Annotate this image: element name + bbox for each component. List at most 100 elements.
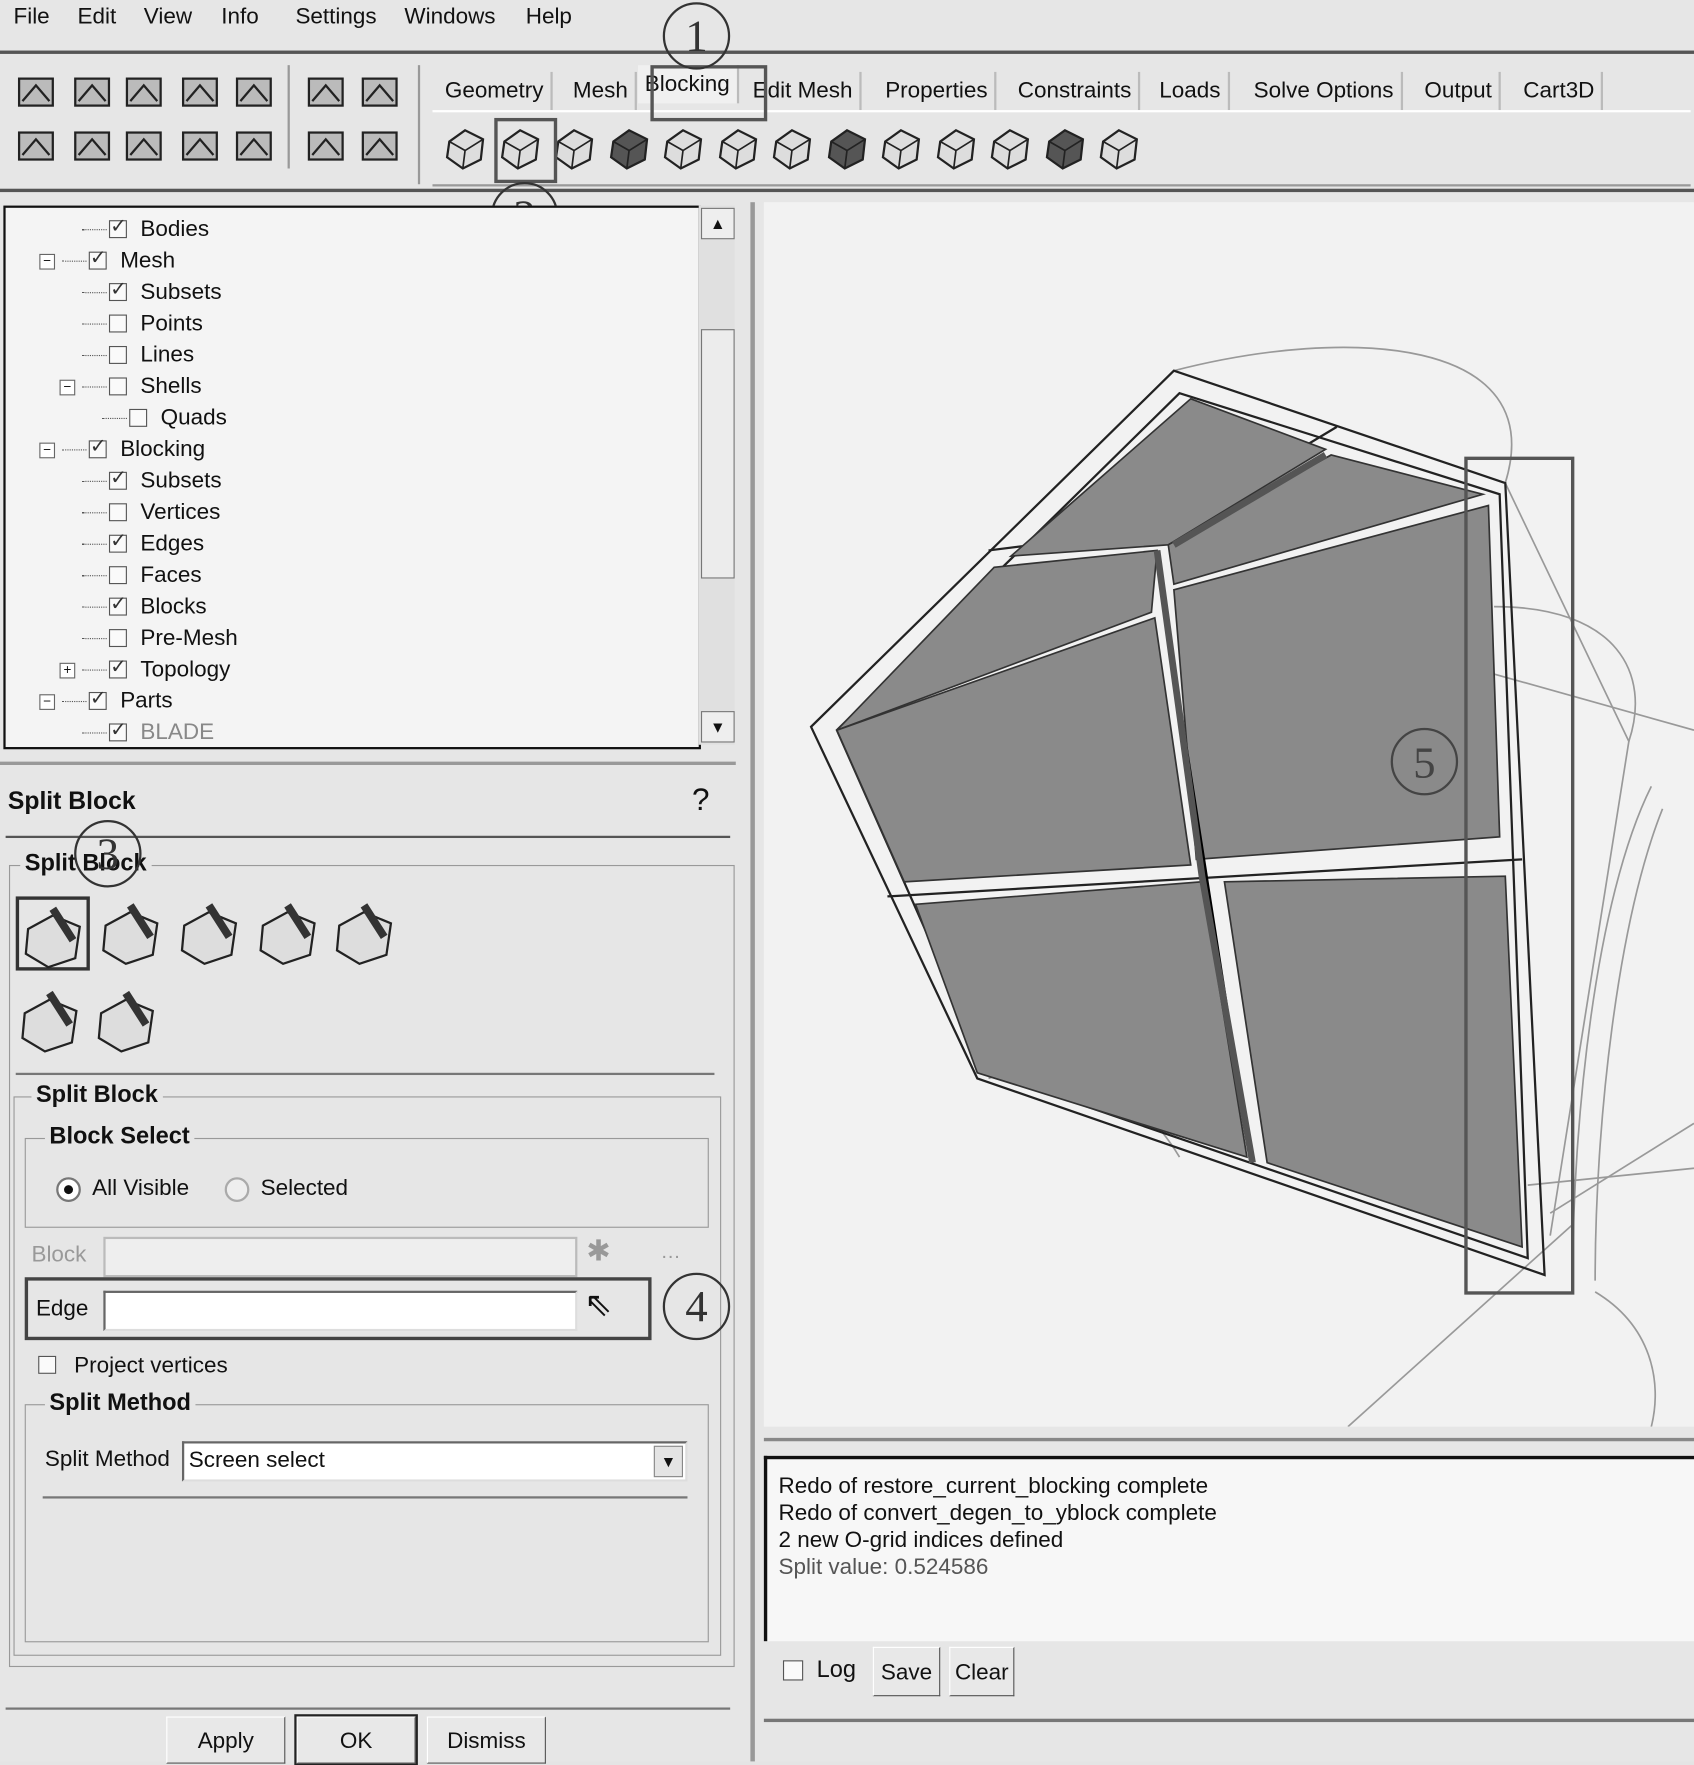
split-method-select[interactable]: Screen select ▼ xyxy=(181,1441,688,1482)
tab-properties[interactable]: Properties xyxy=(878,71,997,111)
associate-icon[interactable] xyxy=(661,126,706,171)
tree-item-vertices[interactable]: Vertices xyxy=(6,498,680,529)
tree-item-faces[interactable]: Faces xyxy=(6,561,680,592)
ok-button[interactable]: OK xyxy=(294,1714,418,1765)
tree-checkbox[interactable] xyxy=(108,277,127,302)
menu-windows[interactable]: Windows xyxy=(404,4,495,30)
blocking-file-icon[interactable] xyxy=(231,70,276,115)
select-block-icon[interactable]: ✱ xyxy=(586,1233,610,1268)
tree-checkbox[interactable] xyxy=(108,566,127,585)
tab-solve-options[interactable]: Solve Options xyxy=(1247,71,1403,111)
vertex-icon[interactable] xyxy=(552,126,597,171)
project-vertices-checkbox[interactable] xyxy=(38,1355,57,1374)
tree-checkbox[interactable] xyxy=(108,592,127,616)
redo-icon[interactable] xyxy=(357,70,402,115)
tab-constraints[interactable]: Constraints xyxy=(1011,71,1141,111)
delete-block-icon[interactable] xyxy=(1096,126,1141,171)
menu-file[interactable]: File xyxy=(13,4,49,30)
geometry-file-icon[interactable] xyxy=(121,70,166,115)
ogrid-icon[interactable] xyxy=(16,984,90,1058)
split-block-icon[interactable] xyxy=(15,896,90,971)
open-icon[interactable] xyxy=(13,70,58,115)
dismiss-button[interactable]: Dismiss xyxy=(426,1716,546,1764)
menu-help[interactable]: Help xyxy=(526,4,572,30)
select-edge-cursor-icon[interactable]: ⇖ xyxy=(584,1285,612,1324)
measure-icon[interactable] xyxy=(121,124,166,169)
wireframe-icon[interactable] xyxy=(303,124,348,169)
transform-icon[interactable] xyxy=(769,126,814,171)
block-input[interactable] xyxy=(103,1236,578,1278)
tree-scrollbar[interactable]: ▲ ▼ xyxy=(698,205,735,745)
check-premesh-icon[interactable] xyxy=(933,126,978,171)
collapse-icon[interactable]: − xyxy=(59,379,76,396)
move-vertex-icon[interactable] xyxy=(715,126,760,171)
menu-edit[interactable]: Edit xyxy=(78,4,117,30)
tree-item-blocks[interactable]: Blocks xyxy=(6,592,680,623)
clear-log-button[interactable]: Clear xyxy=(949,1646,1015,1697)
tab-geometry[interactable]: Geometry xyxy=(438,71,553,111)
menu-view[interactable]: View xyxy=(144,4,192,30)
scroll-thumb[interactable] xyxy=(700,329,735,579)
split-vertex-icon[interactable] xyxy=(330,896,404,970)
tree-item-lines[interactable]: Lines xyxy=(6,340,680,371)
tree-checkbox[interactable] xyxy=(88,246,107,270)
split-free-icon[interactable] xyxy=(254,896,328,970)
tree-item-parts[interactable]: Parts − xyxy=(6,686,680,717)
tab-mesh[interactable]: Mesh xyxy=(566,71,637,111)
tree-checkbox[interactable] xyxy=(108,377,127,396)
help-icon[interactable]: ? xyxy=(692,782,709,818)
tree-checkbox[interactable] xyxy=(108,503,127,522)
premesh-params-icon[interactable] xyxy=(878,126,923,171)
tree-item-topology[interactable]: Topology + xyxy=(6,655,680,686)
tree-checkbox[interactable] xyxy=(108,345,127,364)
message-window[interactable]: Redo of restore_current_blocking complet… xyxy=(763,1455,1694,1642)
tree-item-blocking[interactable]: Blocking − xyxy=(6,435,680,466)
local-coord-icon[interactable] xyxy=(177,124,222,169)
collapse-icon[interactable]: − xyxy=(39,694,56,710)
tree-item-subsets[interactable]: Subsets xyxy=(6,277,680,308)
tree-checkbox[interactable] xyxy=(129,408,148,427)
save-icon[interactable] xyxy=(70,70,115,115)
tree-checkbox[interactable] xyxy=(108,466,127,490)
check-blocks-icon[interactable] xyxy=(1042,126,1087,171)
radio-all-visible[interactable] xyxy=(56,1177,81,1202)
tree-checkbox[interactable] xyxy=(108,529,127,553)
edit-block-icon[interactable] xyxy=(606,126,651,171)
collapse-icon[interactable]: − xyxy=(39,253,56,270)
tab-output[interactable]: Output xyxy=(1418,71,1501,111)
save-log-button[interactable]: Save xyxy=(872,1646,941,1697)
tree-item-quads[interactable]: Quads xyxy=(6,403,680,434)
tree-item-subsets[interactable]: Subsets xyxy=(6,466,680,497)
tree-checkbox[interactable] xyxy=(108,629,127,648)
edge-input[interactable] xyxy=(103,1290,578,1332)
chevron-down-icon[interactable]: ▼ xyxy=(653,1445,683,1478)
splitter[interactable] xyxy=(750,202,755,1762)
mesh-file-icon[interactable] xyxy=(177,70,222,115)
tree-item-bodies[interactable]: Bodies xyxy=(6,215,680,246)
tree-checkbox[interactable] xyxy=(108,655,127,679)
tree-checkbox[interactable] xyxy=(108,718,127,742)
log-checkbox[interactable] xyxy=(782,1660,804,1681)
split-prism-icon[interactable] xyxy=(175,896,249,970)
tree-checkbox[interactable] xyxy=(108,314,127,333)
menu-info[interactable]: Info xyxy=(221,4,258,30)
scroll-down-arrow-icon[interactable]: ▼ xyxy=(700,711,735,743)
model-tree[interactable]: Bodies Mesh − Subsets Points Lines Shells − Quad… xyxy=(3,205,701,750)
fit-window-icon[interactable] xyxy=(13,124,58,169)
tab-loads[interactable]: Loads xyxy=(1153,71,1230,111)
menu-settings[interactable]: Settings xyxy=(295,4,376,30)
create-block-icon[interactable] xyxy=(443,126,488,171)
refresh-icon[interactable] xyxy=(231,124,276,169)
tree-checkbox[interactable] xyxy=(88,686,107,710)
radio-selected[interactable] xyxy=(224,1177,250,1202)
tree-item-shells[interactable]: Shells − xyxy=(6,372,680,403)
zoom-box-icon[interactable] xyxy=(70,124,115,169)
edit-edge-icon[interactable] xyxy=(824,126,869,171)
collapse-icon[interactable]: − xyxy=(39,443,56,459)
tree-checkbox[interactable] xyxy=(108,215,127,239)
graphics-viewport[interactable]: 5 xyxy=(763,202,1694,1428)
quality-icon[interactable] xyxy=(987,126,1032,171)
scroll-up-arrow-icon[interactable]: ▲ xyxy=(700,207,735,240)
tree-item-edges[interactable]: Edges xyxy=(6,529,680,560)
split-face-icon[interactable] xyxy=(97,896,171,970)
